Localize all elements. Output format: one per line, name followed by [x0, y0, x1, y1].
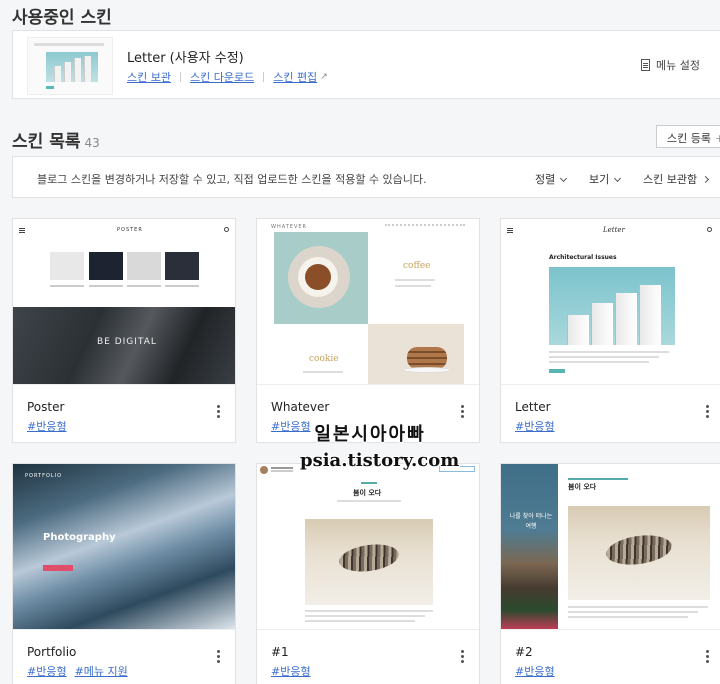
skin-name: Whatever	[271, 400, 330, 414]
more-options-icon[interactable]	[217, 405, 221, 420]
menu-setting-button[interactable]: 메뉴 설정	[641, 57, 700, 73]
skin-preview[interactable]: PORTFOLIO Photography	[13, 464, 235, 630]
skin-list-heading: 스킨 목록 43	[12, 127, 100, 152]
avatar	[260, 466, 268, 474]
skin-name: Poster	[27, 400, 65, 414]
skin-info-bar: 블로그 스킨을 변경하거나 저장할 수 있고, 직접 업로드한 스킨을 적용할 …	[12, 156, 720, 198]
skin-preview[interactable]: 봄이 오다	[257, 464, 479, 630]
skin-edit-link[interactable]: 스킨 편집	[273, 69, 317, 85]
hamburger-icon	[19, 228, 25, 229]
skin-preview[interactable]: POSTER BE DIGITAL	[13, 219, 235, 385]
skin-preview[interactable]: Letter Architectural Issues	[501, 219, 720, 385]
current-skin-thumbnail[interactable]	[27, 37, 113, 95]
skin-tag[interactable]: #반응형	[27, 418, 67, 434]
skin-count: 43	[84, 136, 100, 150]
more-options-icon[interactable]	[217, 650, 221, 665]
search-icon	[224, 227, 229, 232]
skin-list-title: 스킨 목록	[12, 132, 81, 152]
more-options-icon[interactable]	[706, 650, 710, 665]
skin-tag[interactable]: #메뉴 지원	[75, 663, 128, 679]
skin-info-text: 블로그 스킨을 변경하거나 저장할 수 있고, 직접 업로드한 스킨을 적용할 …	[37, 173, 427, 186]
watermark: 일본시아아빠 psia.tistory.com	[300, 424, 460, 471]
more-options-icon[interactable]	[461, 405, 465, 420]
external-link-icon: ↗	[320, 72, 328, 82]
skin-tag[interactable]: #반응형	[515, 663, 555, 679]
current-skin-panel: Letter (사용자 수정) 스킨 보관 스킨 다운로드 스킨 편집 ↗ 메뉴…	[12, 30, 720, 99]
preview-word: cookie	[309, 354, 339, 364]
skin-name: Portfolio	[27, 645, 77, 659]
preview-word: coffee	[403, 261, 431, 271]
skin-card-whatever[interactable]: WHATEVER coffee cookie Whatever #반응형	[256, 218, 480, 443]
plus-icon: +	[714, 132, 720, 145]
skin-card-2[interactable]: 나를 찾아 떠나는 여행 봄이 오다 #2 #반응형	[500, 463, 720, 684]
chevron-down-icon	[560, 174, 568, 183]
menu-setting-label: 메뉴 설정	[656, 59, 700, 72]
skin-tag[interactable]: #반응형	[27, 663, 67, 679]
register-skin-button[interactable]: 스킨 등록 +	[656, 125, 720, 148]
skin-tag[interactable]: #반응형	[271, 663, 311, 679]
skin-archive-link[interactable]: 스킨 보관	[127, 69, 171, 85]
skin-download-link[interactable]: 스킨 다운로드	[190, 69, 254, 85]
sort-dropdown[interactable]: 정렬	[535, 171, 568, 187]
skin-preview[interactable]: WHATEVER coffee cookie	[257, 219, 479, 385]
chevron-down-icon	[614, 174, 622, 183]
current-skin-links: 스킨 보관 스킨 다운로드 스킨 편집 ↗	[127, 69, 328, 85]
current-skin-name: Letter (사용자 수정)	[127, 51, 244, 66]
skin-card-1[interactable]: 봄이 오다 #1 #반응형	[256, 463, 480, 684]
view-dropdown[interactable]: 보기	[589, 171, 622, 187]
skin-archive-button[interactable]: 스킨 보관함	[643, 171, 710, 187]
skin-preview[interactable]: 나를 찾아 떠나는 여행 봄이 오다	[501, 464, 720, 630]
document-icon	[641, 59, 651, 71]
register-skin-label: 스킨 등록	[667, 132, 711, 145]
more-options-icon[interactable]	[706, 405, 710, 420]
more-options-icon[interactable]	[461, 650, 465, 665]
current-skin-heading: 사용중인 스킨	[12, 8, 112, 28]
skin-tag[interactable]: #반응형	[515, 418, 555, 434]
skin-card-portfolio[interactable]: PORTFOLIO Photography Portfolio #반응형 #메뉴…	[12, 463, 236, 684]
skin-name: #1	[271, 645, 289, 659]
skin-name: Letter	[515, 400, 551, 414]
search-icon	[707, 227, 712, 232]
hamburger-icon	[507, 228, 513, 229]
skin-name: #2	[515, 645, 533, 659]
preview-banner: BE DIGITAL	[97, 337, 157, 347]
chevron-right-icon	[702, 175, 710, 184]
skin-card-letter[interactable]: Letter Architectural Issues Letter #반응형	[500, 218, 720, 443]
skin-card-poster[interactable]: POSTER BE DIGITAL Poster #반응형	[12, 218, 236, 443]
